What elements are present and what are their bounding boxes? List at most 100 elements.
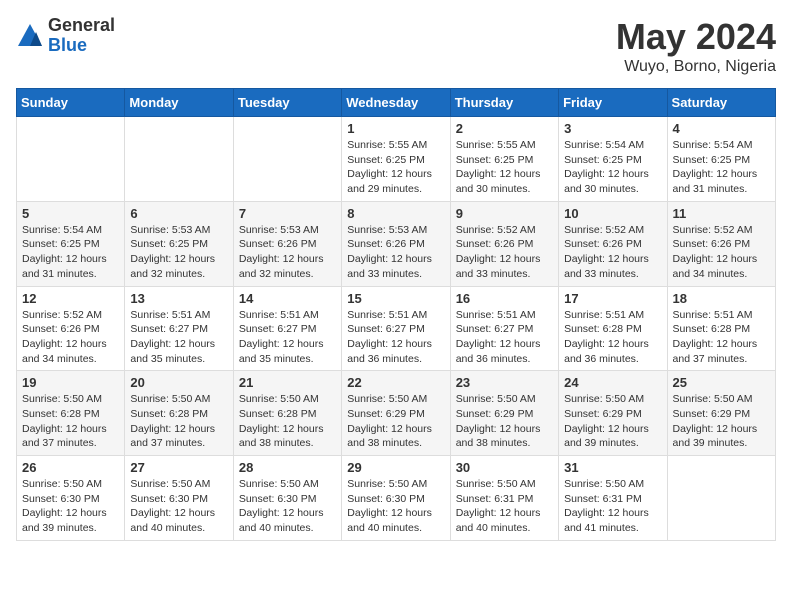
calendar-day-cell: 24 Sunrise: 5:50 AM Sunset: 6:29 PM Dayli… — [559, 371, 667, 456]
logo-general-text: General — [48, 16, 115, 36]
location-text: Wuyo, Borno, Nigeria — [616, 58, 776, 76]
day-number: 9 — [456, 206, 553, 221]
day-info: Sunrise: 5:53 AM Sunset: 6:25 PM Dayligh… — [130, 223, 227, 282]
calendar-day-cell: 5 Sunrise: 5:54 AM Sunset: 6:25 PM Daylig… — [17, 201, 125, 286]
calendar-day-cell: 10 Sunrise: 5:52 AM Sunset: 6:26 PM Dayli… — [559, 201, 667, 286]
calendar-day-cell: 3 Sunrise: 5:54 AM Sunset: 6:25 PM Daylig… — [559, 117, 667, 202]
day-number: 24 — [564, 375, 661, 390]
calendar-day-cell: 11 Sunrise: 5:52 AM Sunset: 6:26 PM Dayli… — [667, 201, 775, 286]
calendar-day-cell: 28 Sunrise: 5:50 AM Sunset: 6:30 PM Dayli… — [233, 456, 341, 541]
calendar-day-header: Thursday — [450, 89, 558, 117]
month-year-title: May 2024 — [616, 16, 776, 58]
day-info: Sunrise: 5:50 AM Sunset: 6:30 PM Dayligh… — [22, 477, 119, 536]
day-number: 8 — [347, 206, 444, 221]
day-info: Sunrise: 5:55 AM Sunset: 6:25 PM Dayligh… — [456, 138, 553, 197]
day-number: 11 — [673, 206, 770, 221]
calendar-day-cell — [125, 117, 233, 202]
day-number: 23 — [456, 375, 553, 390]
day-number: 29 — [347, 460, 444, 475]
calendar-day-cell: 31 Sunrise: 5:50 AM Sunset: 6:31 PM Dayli… — [559, 456, 667, 541]
day-info: Sunrise: 5:53 AM Sunset: 6:26 PM Dayligh… — [239, 223, 336, 282]
calendar-day-cell: 29 Sunrise: 5:50 AM Sunset: 6:30 PM Dayli… — [342, 456, 450, 541]
calendar-day-cell — [17, 117, 125, 202]
calendar-day-cell: 4Sunrise: 5:54 AM Sunset: 6:25 PM Daylig… — [667, 117, 775, 202]
day-number: 10 — [564, 206, 661, 221]
day-info: Sunrise: 5:51 AM Sunset: 6:27 PM Dayligh… — [456, 308, 553, 367]
day-number: 3 — [564, 121, 661, 136]
calendar-day-cell: 26 Sunrise: 5:50 AM Sunset: 6:30 PM Dayli… — [17, 456, 125, 541]
day-info: Sunrise: 5:54 AM Sunset: 6:25 PM Dayligh… — [564, 138, 661, 197]
calendar-day-cell: 9 Sunrise: 5:52 AM Sunset: 6:26 PM Daylig… — [450, 201, 558, 286]
day-number: 25 — [673, 375, 770, 390]
calendar-day-cell: 17 Sunrise: 5:51 AM Sunset: 6:28 PM Dayli… — [559, 286, 667, 371]
day-number: 14 — [239, 291, 336, 306]
calendar-day-cell — [667, 456, 775, 541]
calendar-day-cell: 15Sunrise: 5:51 AM Sunset: 6:27 PM Dayli… — [342, 286, 450, 371]
page-header: General Blue May 2024 Wuyo, Borno, Niger… — [16, 16, 776, 76]
day-number: 16 — [456, 291, 553, 306]
calendar-week-row: 26 Sunrise: 5:50 AM Sunset: 6:30 PM Dayli… — [17, 456, 776, 541]
day-info: Sunrise: 5:51 AM Sunset: 6:28 PM Dayligh… — [673, 308, 770, 367]
day-number: 31 — [564, 460, 661, 475]
day-number: 19 — [22, 375, 119, 390]
day-info: Sunrise: 5:50 AM Sunset: 6:29 PM Dayligh… — [347, 392, 444, 451]
day-info: Sunrise: 5:52 AM Sunset: 6:26 PM Dayligh… — [673, 223, 770, 282]
day-info: Sunrise: 5:54 AM Sunset: 6:25 PM Dayligh… — [22, 223, 119, 282]
calendar-day-header: Friday — [559, 89, 667, 117]
logo-blue-text: Blue — [48, 36, 115, 56]
day-number: 18 — [673, 291, 770, 306]
calendar-day-header: Wednesday — [342, 89, 450, 117]
logo-icon — [16, 22, 44, 50]
day-info: Sunrise: 5:50 AM Sunset: 6:28 PM Dayligh… — [22, 392, 119, 451]
day-info: Sunrise: 5:50 AM Sunset: 6:31 PM Dayligh… — [456, 477, 553, 536]
day-info: Sunrise: 5:50 AM Sunset: 6:30 PM Dayligh… — [130, 477, 227, 536]
calendar-day-cell: 8 Sunrise: 5:53 AM Sunset: 6:26 PM Daylig… — [342, 201, 450, 286]
day-info: Sunrise: 5:50 AM Sunset: 6:28 PM Dayligh… — [239, 392, 336, 451]
day-number: 20 — [130, 375, 227, 390]
day-number: 1 — [347, 121, 444, 136]
calendar-week-row: 1 Sunrise: 5:55 AM Sunset: 6:25 PM Daylig… — [17, 117, 776, 202]
calendar-day-cell: 2Sunrise: 5:55 AM Sunset: 6:25 PM Daylig… — [450, 117, 558, 202]
calendar-day-cell: 23 Sunrise: 5:50 AM Sunset: 6:29 PM Dayli… — [450, 371, 558, 456]
day-info: Sunrise: 5:50 AM Sunset: 6:31 PM Dayligh… — [564, 477, 661, 536]
day-number: 28 — [239, 460, 336, 475]
day-info: Sunrise: 5:51 AM Sunset: 6:28 PM Dayligh… — [564, 308, 661, 367]
day-number: 5 — [22, 206, 119, 221]
calendar-day-cell — [233, 117, 341, 202]
day-info: Sunrise: 5:50 AM Sunset: 6:30 PM Dayligh… — [239, 477, 336, 536]
calendar-day-cell: 7Sunrise: 5:53 AM Sunset: 6:26 PM Daylig… — [233, 201, 341, 286]
day-number: 30 — [456, 460, 553, 475]
calendar-day-cell: 18 Sunrise: 5:51 AM Sunset: 6:28 PM Dayli… — [667, 286, 775, 371]
day-number: 27 — [130, 460, 227, 475]
day-info: Sunrise: 5:50 AM Sunset: 6:30 PM Dayligh… — [347, 477, 444, 536]
calendar-day-header: Monday — [125, 89, 233, 117]
day-number: 26 — [22, 460, 119, 475]
day-info: Sunrise: 5:50 AM Sunset: 6:29 PM Dayligh… — [564, 392, 661, 451]
day-info: Sunrise: 5:50 AM Sunset: 6:28 PM Dayligh… — [130, 392, 227, 451]
calendar-day-cell: 1Sunrise: 5:55 AM Sunset: 6:25 PM Daylig… — [342, 117, 450, 202]
day-info: Sunrise: 5:52 AM Sunset: 6:26 PM Dayligh… — [22, 308, 119, 367]
calendar-day-cell: 30 Sunrise: 5:50 AM Sunset: 6:31 PM Dayli… — [450, 456, 558, 541]
day-number: 6 — [130, 206, 227, 221]
day-info: Sunrise: 5:52 AM Sunset: 6:26 PM Dayligh… — [456, 223, 553, 282]
calendar-day-header: Saturday — [667, 89, 775, 117]
calendar-day-cell: 13Sunrise: 5:51 AM Sunset: 6:27 PM Dayli… — [125, 286, 233, 371]
day-number: 22 — [347, 375, 444, 390]
calendar-day-cell: 14Sunrise: 5:51 AM Sunset: 6:27 PM Dayli… — [233, 286, 341, 371]
calendar-week-row: 19 Sunrise: 5:50 AM Sunset: 6:28 PM Dayli… — [17, 371, 776, 456]
day-info: Sunrise: 5:50 AM Sunset: 6:29 PM Dayligh… — [456, 392, 553, 451]
day-info: Sunrise: 5:51 AM Sunset: 6:27 PM Dayligh… — [130, 308, 227, 367]
calendar-day-cell: 12Sunrise: 5:52 AM Sunset: 6:26 PM Dayli… — [17, 286, 125, 371]
calendar-week-row: 5 Sunrise: 5:54 AM Sunset: 6:25 PM Daylig… — [17, 201, 776, 286]
calendar-day-cell: 27 Sunrise: 5:50 AM Sunset: 6:30 PM Dayli… — [125, 456, 233, 541]
day-number: 21 — [239, 375, 336, 390]
calendar-day-cell: 6 Sunrise: 5:53 AM Sunset: 6:25 PM Daylig… — [125, 201, 233, 286]
day-info: Sunrise: 5:54 AM Sunset: 6:25 PM Dayligh… — [673, 138, 770, 197]
calendar-day-cell: 25Sunrise: 5:50 AM Sunset: 6:29 PM Dayli… — [667, 371, 775, 456]
day-info: Sunrise: 5:51 AM Sunset: 6:27 PM Dayligh… — [347, 308, 444, 367]
day-info: Sunrise: 5:52 AM Sunset: 6:26 PM Dayligh… — [564, 223, 661, 282]
logo: General Blue — [16, 16, 115, 56]
day-number: 17 — [564, 291, 661, 306]
day-info: Sunrise: 5:53 AM Sunset: 6:26 PM Dayligh… — [347, 223, 444, 282]
title-area: May 2024 Wuyo, Borno, Nigeria — [616, 16, 776, 76]
